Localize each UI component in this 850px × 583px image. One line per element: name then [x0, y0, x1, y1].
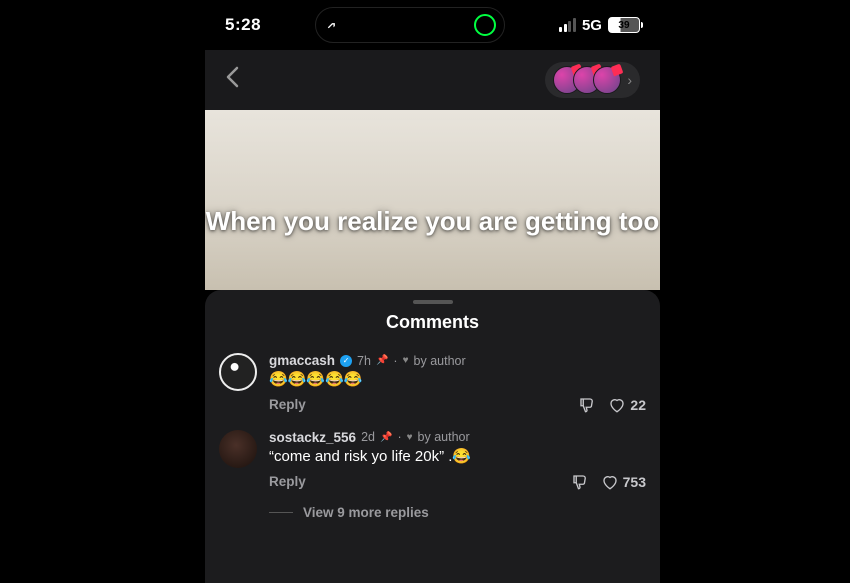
comment-username[interactable]: gmaccash — [269, 353, 335, 368]
status-time: 5:28 — [225, 15, 261, 35]
comment-avatar[interactable] — [219, 353, 257, 391]
reply-button[interactable]: Reply — [269, 474, 306, 489]
comment-text: “come and risk yo life 20k” .😂 — [269, 448, 646, 467]
like-count: 753 — [623, 474, 646, 490]
audience-avatars[interactable]: › — [545, 62, 640, 98]
view-more-replies[interactable]: View 9 more replies — [205, 499, 660, 526]
comment-avatar[interactable] — [219, 430, 257, 468]
dislike-button[interactable] — [571, 473, 589, 491]
dislike-button[interactable] — [578, 396, 596, 414]
heart-icon: ♥ — [407, 432, 413, 443]
like-count: 22 — [630, 397, 646, 413]
comment-meta: gmaccash ✓ 7h 📌 · ♥ by author — [269, 353, 646, 368]
heart-icon: ♥ — [403, 355, 409, 366]
network-type: 5G — [582, 17, 602, 34]
view-more-label: View 9 more replies — [303, 505, 429, 520]
verified-badge-icon: ✓ — [340, 355, 352, 367]
like-button[interactable]: 22 — [608, 396, 646, 414]
comment-username[interactable]: sostackz_556 — [269, 430, 356, 445]
battery-icon: 39 — [608, 17, 640, 33]
comment-row: sostackz_556 2d 📌 · ♥ by author “come an… — [205, 422, 660, 499]
chevron-right-icon: › — [627, 72, 632, 88]
comment-age: 7h — [357, 354, 371, 368]
liked-by-author-label: by author — [418, 430, 470, 444]
pin-icon: 📌 — [380, 432, 392, 443]
dynamic-island[interactable] — [315, 7, 505, 43]
divider-line — [269, 512, 293, 513]
comment-age: 2d — [361, 430, 375, 444]
comment-meta: sostackz_556 2d 📌 · ♥ by author — [269, 430, 646, 445]
status-right: 5G 39 — [559, 17, 640, 34]
reply-button[interactable]: Reply — [269, 397, 306, 412]
comments-sheet: Comments gmaccash ✓ 7h 📌 · ♥ by author 😂… — [205, 290, 660, 583]
like-button[interactable]: 753 — [601, 473, 646, 491]
back-button[interactable] — [225, 66, 239, 95]
phone-frame: 5:28 5G 39 › When you realize you are ge… — [205, 0, 660, 583]
comment-text: 😂😂😂😂😂 — [269, 371, 646, 390]
comments-title: Comments — [205, 312, 660, 333]
comment-row: gmaccash ✓ 7h 📌 · ♥ by author 😂😂😂😂😂 Repl… — [205, 345, 660, 422]
video-overlay-text: When you realize you are getting too — [205, 205, 660, 239]
status-bar: 5:28 5G 39 — [205, 0, 660, 50]
sheet-grabber[interactable] — [413, 300, 453, 304]
avatar — [593, 66, 621, 94]
pin-icon: 📌 — [376, 355, 388, 366]
activity-ring-icon — [474, 14, 496, 36]
signal-icon — [559, 18, 576, 32]
maps-nav-icon — [324, 16, 342, 34]
video-preview[interactable]: When you realize you are getting too — [205, 110, 660, 290]
liked-by-author-label: by author — [414, 354, 466, 368]
top-nav: › — [205, 50, 660, 110]
